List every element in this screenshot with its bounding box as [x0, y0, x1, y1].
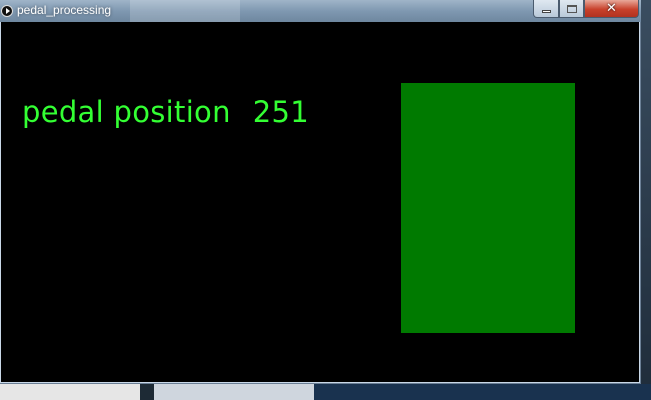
close-button[interactable]: ✕: [584, 0, 639, 18]
close-icon: ✕: [606, 1, 617, 16]
app-window: pedal_processing ✕ pedal position 251: [0, 0, 641, 384]
pedal-position-readout: pedal position 251: [22, 95, 309, 129]
minimize-button[interactable]: [533, 0, 559, 18]
sketch-canvas: pedal position 251: [1, 22, 639, 382]
window-title: pedal_processing: [17, 3, 112, 17]
pedal-position-bar: [401, 83, 575, 333]
background-window-strip: [0, 384, 651, 400]
pedal-position-label: pedal position: [22, 95, 231, 129]
maximize-icon: [566, 4, 577, 13]
minimize-icon: [541, 10, 551, 13]
title-bar[interactable]: pedal_processing ✕: [0, 0, 641, 22]
window-controls: ✕: [533, 0, 639, 19]
processing-app-icon[interactable]: [1, 5, 13, 17]
pedal-position-value: 251: [252, 95, 310, 129]
maximize-button[interactable]: [559, 0, 584, 18]
